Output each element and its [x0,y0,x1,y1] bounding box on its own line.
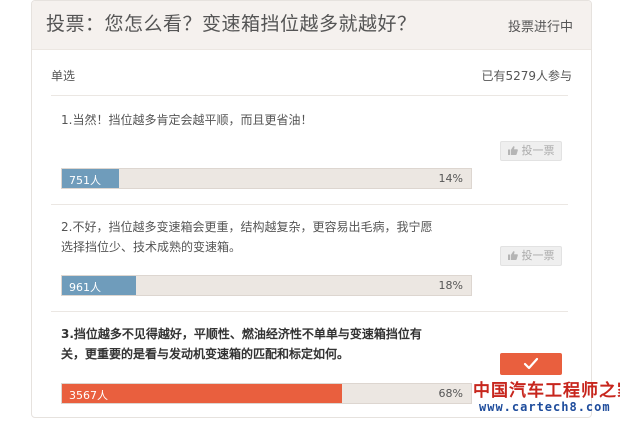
poll-card: 投票：您怎么看？变速箱挡位越多就越好？ 投票进行中 单选 已有5279人参与 1… [31,0,592,418]
option-text-line: 关，更重要的是看与发动机变速箱的匹配和标定如何。 [61,347,350,361]
voted-button[interactable] [500,353,562,375]
vote-button-label: 投一票 [521,249,555,262]
option-text: 2.不好，挡位越多变速箱会更重，结构越复杂，更容易出毛病，我宁愿 选择挡位少、技… [61,217,473,257]
result-bar: 751人 14% [61,168,472,189]
poll-title: 投票：您怎么看？变速箱挡位越多就越好？ [46,13,417,35]
option-text-line: 选择挡位少、技术成熟的变速箱。 [61,240,242,254]
vote-percent: 14% [438,172,463,185]
option-text: 3.挡位越多不见得越好，平顺性、燃油经济性不单单与变速箱挡位有 关，更重要的是看… [61,324,473,364]
thumbs-up-icon [507,251,518,260]
vote-button[interactable]: 投一票 [500,246,562,266]
option-text-line: 1.当然！挡位越多肯定会越平顺，而且更省油！ [61,113,313,127]
option-text-line: 2.不好，挡位越多变速箱会更重，结构越复杂，更容易出毛病，我宁愿 [61,220,433,234]
vote-percent: 68% [438,387,463,400]
result-bar: 961人 18% [61,275,472,296]
vote-count: 3567人 [69,389,108,402]
participant-count: 已有5279人参与 [481,69,572,83]
poll-header: 投票：您怎么看？变速箱挡位越多就越好？ 投票进行中 [32,1,591,50]
vote-count: 751人 [69,174,101,187]
option-text: 1.当然！挡位越多肯定会越平顺，而且更省油！ [61,110,473,130]
poll-status: 投票进行中 [507,20,573,35]
vote-count: 961人 [69,281,101,294]
option-text-line: 3.挡位越多不见得越好，平顺性、燃油经济性不单单与变速箱挡位有 [61,327,422,341]
divider [51,95,568,96]
watermark-text-en: www.cartech8.com [479,400,611,414]
watermark-text-cn: 中国汽车工程师之家 [473,381,620,401]
site-watermark: 中国汽车工程师之家 www.cartech8.com [473,376,620,422]
checkmark-icon [523,357,539,370]
vote-button[interactable]: 投一票 [500,141,562,161]
divider [51,311,568,312]
thumbs-up-icon [507,146,518,155]
poll-mode: 单选 [51,69,76,83]
vote-button-label: 投一票 [521,144,555,157]
divider [51,204,568,205]
result-bar: 3567人 68% [61,383,472,404]
vote-percent: 18% [438,279,463,292]
